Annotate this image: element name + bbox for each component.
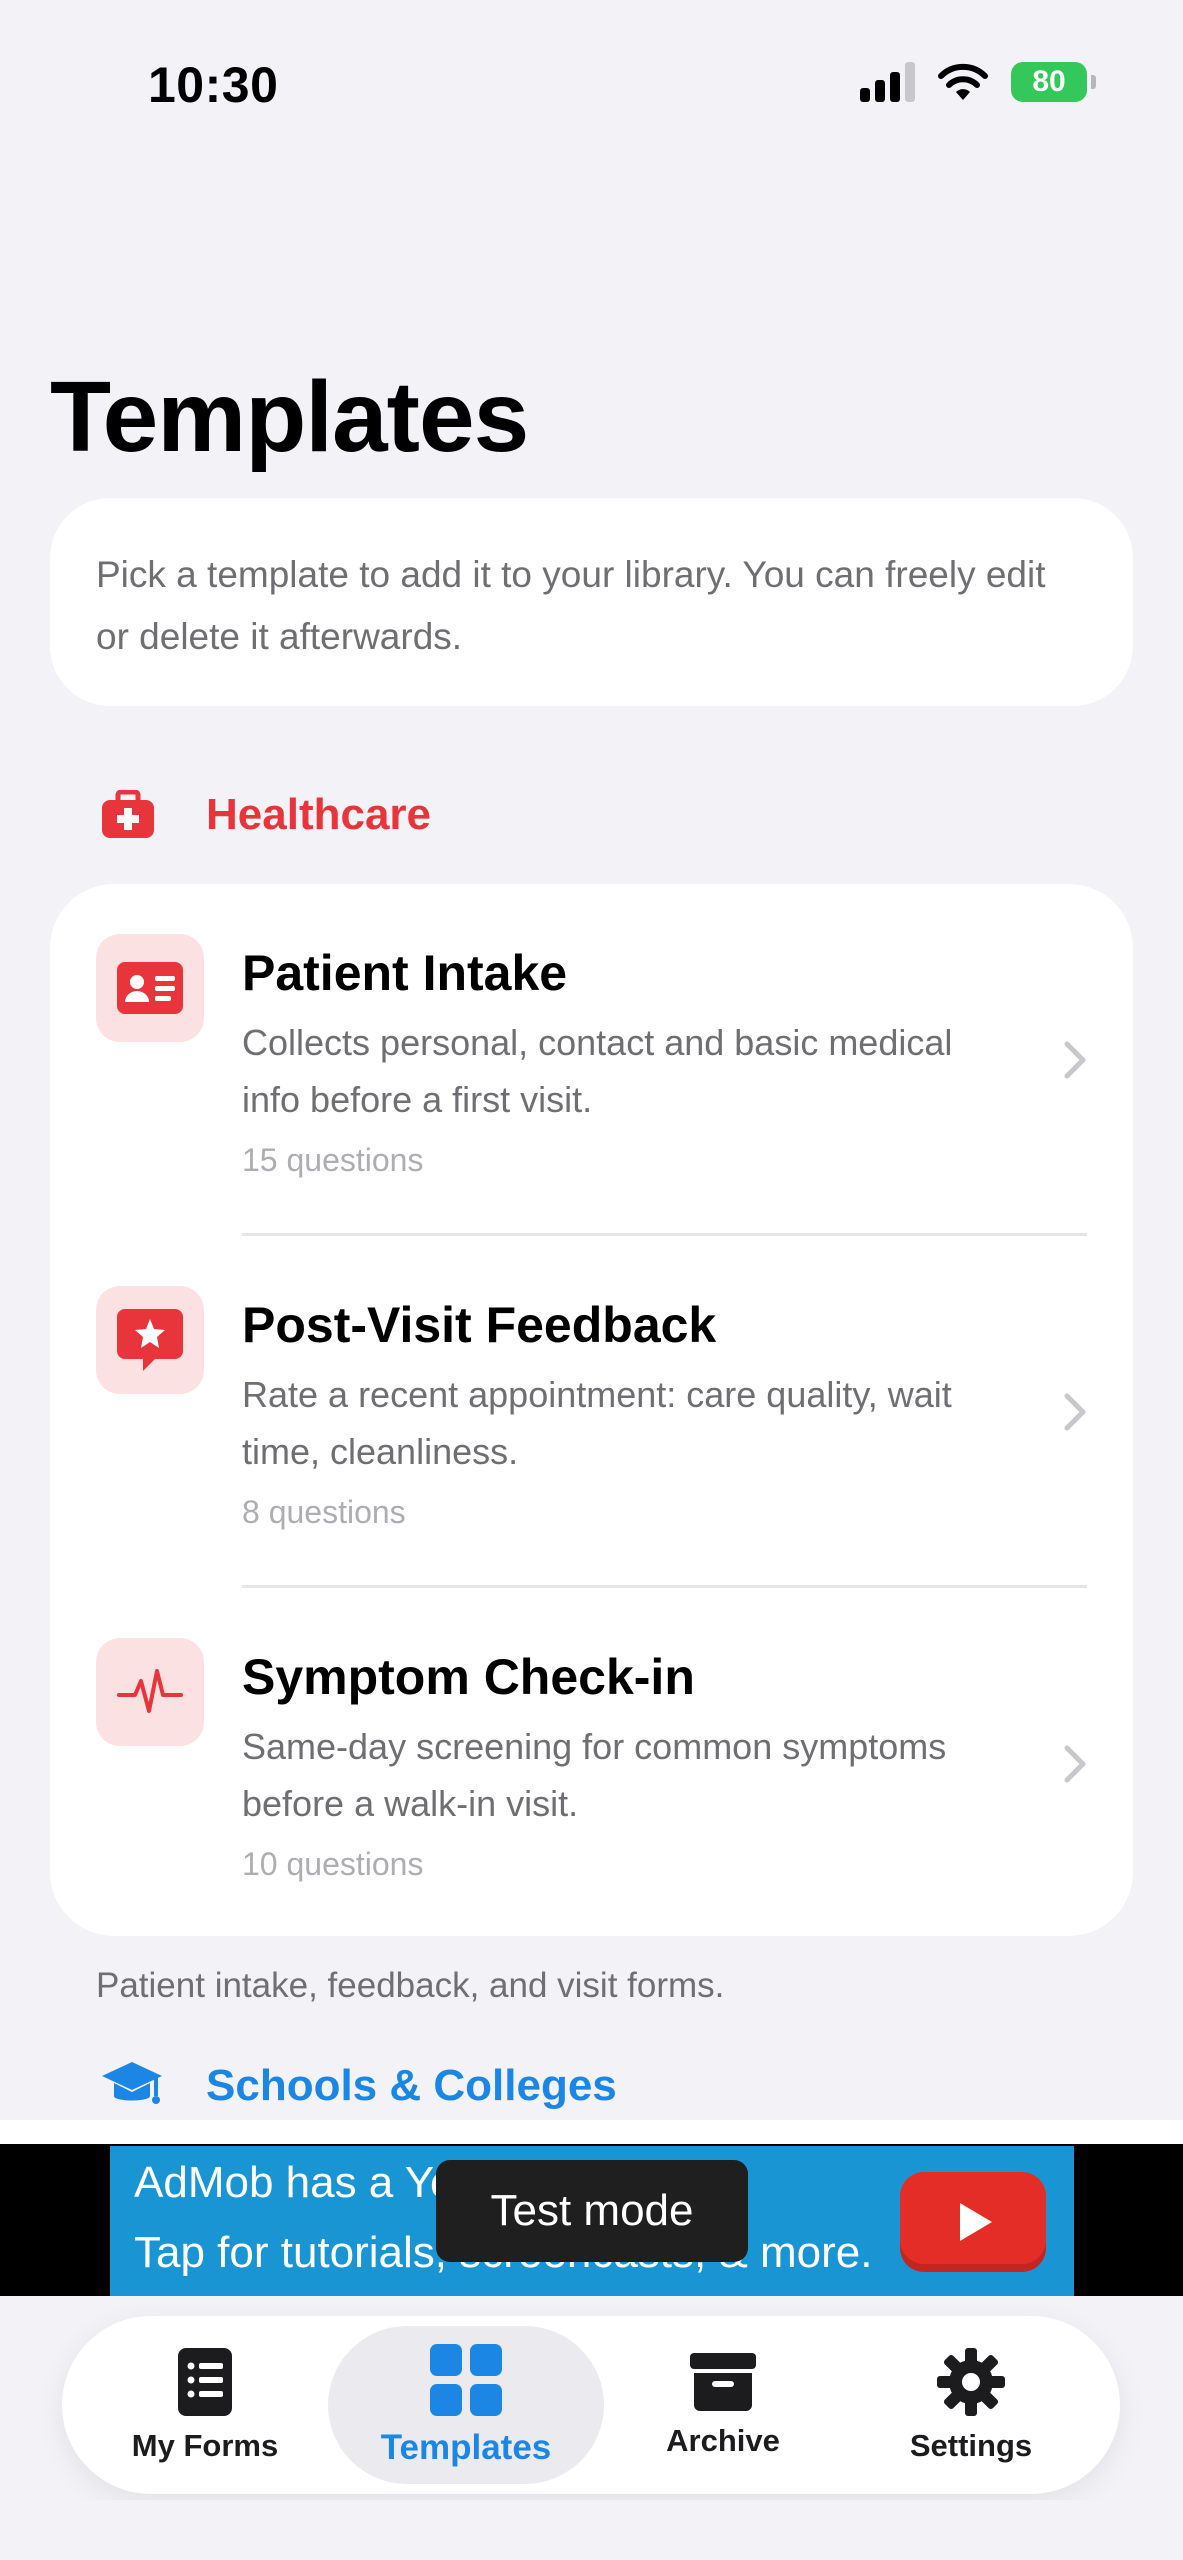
tab-archive[interactable]: Archive [648,2316,798,2494]
tab-settings[interactable]: Settings [896,2316,1046,2494]
ad-top-gap [0,2120,1183,2144]
archive-box-icon [690,2353,756,2411]
page-title: Templates [50,361,529,473]
template-row-post-visit-feedback[interactable]: Post-Visit Feedback Rate a recent appoin… [50,1236,1133,1588]
battery-level: 80 [1032,65,1066,98]
graduation-cap-icon [102,2062,162,2104]
template-question-count: 10 questions [242,1846,424,1882]
tab-label: Settings [909,2428,1033,2463]
gear-icon [937,2348,1005,2416]
chevron-right-icon [1064,1041,1086,1079]
section-header-healthcare: Healthcare [100,790,431,840]
wifi-icon [938,63,988,100]
template-row-symptom-check-in[interactable]: Symptom Check-in Same-day screening for … [50,1588,1133,1940]
template-description: Collects personal, contact and basic med… [242,1022,953,1120]
template-row-patient-intake[interactable]: Patient Intake Collects personal, contac… [50,884,1133,1236]
star-bubble-icon [96,1286,204,1394]
chevron-right-icon [1064,1745,1086,1783]
intro-text: Pick a template to add it to your librar… [96,554,1046,657]
tab-my-forms[interactable]: My Forms [130,2316,280,2494]
section-header-schools: Schools & Colleges [100,2060,617,2112]
id-card-icon [96,934,204,1042]
intro-card: Pick a template to add it to your librar… [50,498,1133,706]
tab-label: My Forms [131,2428,279,2463]
tab-label: Archive [666,2423,780,2458]
template-question-count: 15 questions [242,1142,424,1178]
grid-icon [430,2344,502,2416]
tab-bar: My Forms Templates Archive Settings [62,2316,1120,2494]
chevron-right-icon [1064,1393,1086,1431]
list-doc-icon [178,2348,232,2416]
template-title: Symptom Check-in [242,1649,695,1705]
section-title-schools: Schools & Colleges [206,2061,617,2110]
battery-icon: 80 [1011,62,1096,102]
cellular-signal-icon [860,62,915,102]
template-title: Patient Intake [242,945,568,1001]
section-footer-healthcare: Patient intake, feedback, and visit form… [96,1966,725,2005]
status-time: 10:30 [148,57,279,113]
ad-headline: AdMob has a Yo [134,2158,455,2207]
section-title-healthcare: Healthcare [206,790,432,839]
tab-templates[interactable]: Templates [328,2326,604,2484]
home-indicator-area [0,2500,1183,2560]
templates-screen: 10:30 80 Templates Pick a template to ad… [0,0,1183,2560]
tab-label: Templates [380,2428,552,2467]
template-description: Rate a recent appointment: care quality,… [242,1374,952,1472]
heartbeat-icon [96,1638,204,1746]
healthcare-template-list: Patient Intake Collects personal, contac… [50,884,1133,1936]
template-question-count: 8 questions [242,1494,406,1530]
test-mode-label: Test mode [436,2160,748,2262]
status-indicators: 80 [860,62,1096,102]
template-description: Same-day screening for common symptoms b… [242,1726,947,1824]
youtube-play-icon[interactable] [900,2172,1046,2272]
template-title: Post-Visit Feedback [242,1297,717,1353]
medical-kit-icon [102,790,154,838]
